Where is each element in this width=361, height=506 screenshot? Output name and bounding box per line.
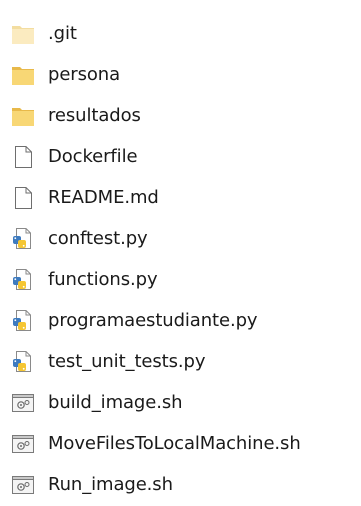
file-name-label: MoveFilesToLocalMachine.sh — [48, 432, 301, 454]
shell-script-icon — [11, 390, 35, 416]
file-name-label: README.md — [48, 186, 159, 208]
blank-file-icon — [11, 185, 35, 211]
python-file-icon — [11, 308, 35, 334]
file-name-label: functions.py — [48, 268, 158, 290]
file-name-label: Dockerfile — [48, 145, 138, 167]
file-item-test-unit-tests[interactable]: test_unit_tests.py — [0, 341, 361, 382]
file-name-label: programaestudiante.py — [48, 309, 258, 331]
file-item-resultados[interactable]: resultados — [0, 95, 361, 136]
file-name-label: build_image.sh — [48, 391, 183, 413]
file-item-build-image[interactable]: build_image.sh — [0, 382, 361, 423]
file-item-readme[interactable]: README.md — [0, 177, 361, 218]
folder-icon — [11, 62, 35, 88]
file-item-persona[interactable]: persona — [0, 54, 361, 95]
file-name-label: conftest.py — [48, 227, 148, 249]
python-file-icon — [11, 349, 35, 375]
python-file-icon — [11, 267, 35, 293]
file-list: .git persona resultados Dockerfile READM… — [0, 13, 361, 505]
file-item-programaestudiante[interactable]: programaestudiante.py — [0, 300, 361, 341]
file-item-move-files[interactable]: MoveFilesToLocalMachine.sh — [0, 423, 361, 464]
file-name-label: test_unit_tests.py — [48, 350, 206, 372]
blank-file-icon — [11, 144, 35, 170]
folder-icon — [11, 103, 35, 129]
file-name-label: persona — [48, 63, 121, 85]
file-item-conftest[interactable]: conftest.py — [0, 218, 361, 259]
shell-script-icon — [11, 472, 35, 498]
file-item-dockerfile[interactable]: Dockerfile — [0, 136, 361, 177]
file-item-git[interactable]: .git — [0, 13, 361, 54]
file-item-functions[interactable]: functions.py — [0, 259, 361, 300]
python-file-icon — [11, 226, 35, 252]
file-item-run-image[interactable]: Run_image.sh — [0, 464, 361, 505]
hidden-folder-icon — [11, 21, 35, 47]
file-name-label: .git — [48, 22, 77, 44]
file-name-label: Run_image.sh — [48, 473, 173, 495]
shell-script-icon — [11, 431, 35, 457]
file-name-label: resultados — [48, 104, 141, 126]
